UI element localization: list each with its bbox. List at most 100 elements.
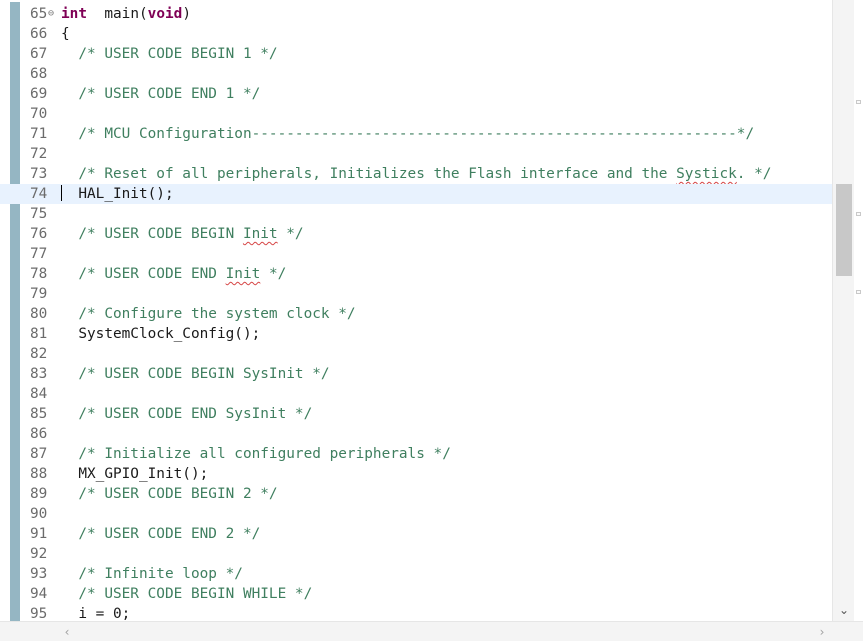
- code-text[interactable]: /* Initialize all configured peripherals…: [61, 444, 451, 464]
- code-keyword: int: [61, 6, 87, 22]
- code-line[interactable]: 82: [0, 344, 832, 364]
- code-text[interactable]: /* USER CODE BEGIN 2 */: [61, 484, 277, 504]
- line-number: 91: [30, 526, 48, 542]
- code-line[interactable]: 73 /* Reset of all peripherals, Initiali…: [0, 164, 832, 184]
- code-token: main(: [87, 6, 148, 22]
- code-line[interactable]: 75: [0, 204, 832, 224]
- code-text[interactable]: /* USER CODE END 2 */: [61, 524, 260, 544]
- code-line[interactable]: 80 /* Configure the system clock */: [0, 304, 832, 324]
- code-line[interactable]: 83 /* USER CODE BEGIN SysInit */: [0, 364, 832, 384]
- code-line[interactable]: 86: [0, 424, 832, 444]
- code-text[interactable]: int main(void): [61, 4, 191, 24]
- line-number: 81: [30, 326, 48, 342]
- code-text[interactable]: /* USER CODE BEGIN SysInit */: [61, 364, 330, 384]
- code-line[interactable]: 69 /* USER CODE END 1 */: [0, 84, 832, 104]
- line-number: 83: [30, 366, 48, 382]
- code-line[interactable]: 65 ⊖ int main(void): [0, 4, 832, 24]
- overview-marker[interactable]: [856, 100, 861, 104]
- code-comment: /* USER CODE END 1 */: [78, 86, 261, 102]
- code-comment: Systick: [676, 166, 737, 182]
- current-code-line[interactable]: 74 HAL_Init();: [0, 184, 832, 204]
- chevron-down-icon[interactable]: ⌄: [837, 603, 851, 617]
- code-line[interactable]: 77: [0, 244, 832, 264]
- line-number: 80: [30, 306, 48, 322]
- code-comment: Init: [225, 266, 261, 282]
- chevron-left-icon[interactable]: ‹: [60, 624, 74, 640]
- code-line[interactable]: 88 MX_GPIO_Init();: [0, 464, 832, 484]
- code-line[interactable]: 81 SystemClock_Config();: [0, 324, 832, 344]
- overview-marker[interactable]: [856, 290, 861, 294]
- code-line[interactable]: 92: [0, 544, 832, 564]
- code-line[interactable]: 93 /* Infinite loop */: [0, 564, 832, 584]
- code-line[interactable]: 91 /* USER CODE END 2 */: [0, 524, 832, 544]
- code-comment: /* USER CODE END SysInit */: [78, 406, 313, 422]
- code-line[interactable]: 85 /* USER CODE END SysInit */: [0, 404, 832, 424]
- code-token: i = 0;: [61, 606, 131, 622]
- horizontal-scrollbar[interactable]: ‹ ›: [0, 621, 863, 641]
- line-number: 67: [30, 46, 48, 62]
- code-comment: /* Initialize all configured peripherals…: [78, 446, 451, 462]
- code-text[interactable]: SystemClock_Config();: [61, 324, 260, 344]
- code-text[interactable]: MX_GPIO_Init();: [61, 464, 208, 484]
- line-number: 93: [30, 566, 48, 582]
- code-text[interactable]: /* MCU Configuration--------------------…: [61, 124, 754, 144]
- code-text[interactable]: /* USER CODE BEGIN Init */: [61, 224, 303, 244]
- code-lines[interactable]: 65 ⊖ int main(void) 66{67 /* USER CODE BEGI…: [0, 4, 832, 624]
- line-number: 87: [30, 446, 48, 462]
- code-line[interactable]: 87 /* Initialize all configured peripher…: [0, 444, 832, 464]
- code-text[interactable]: /* USER CODE BEGIN WHILE */: [61, 584, 312, 604]
- code-line[interactable]: 79: [0, 284, 832, 304]
- code-text[interactable]: /* USER CODE END Init */: [61, 264, 286, 284]
- line-number: 72: [30, 146, 48, 162]
- code-text[interactable]: /* Infinite loop */: [61, 564, 243, 584]
- code-comment: /* USER CODE BEGIN SysInit */: [78, 366, 330, 382]
- code-comment: /* USER CODE END 2 */: [78, 526, 261, 542]
- code-text[interactable]: /* USER CODE BEGIN 1 */: [61, 44, 277, 64]
- fold-collapse-icon[interactable]: ⊖: [48, 4, 54, 24]
- code-comment: /* Infinite loop */: [78, 566, 243, 582]
- code-line[interactable]: 70: [0, 104, 832, 124]
- code-line[interactable]: 90: [0, 504, 832, 524]
- code-text[interactable]: /* Configure the system clock */: [61, 304, 355, 324]
- code-line[interactable]: 76 /* USER CODE BEGIN Init */: [0, 224, 832, 244]
- line-number: 74: [30, 186, 48, 202]
- code-text[interactable]: {: [61, 24, 70, 44]
- code-text[interactable]: /* USER CODE END SysInit */: [61, 404, 312, 424]
- code-comment: /* USER CODE BEGIN WHILE */: [78, 586, 313, 602]
- overview-ruler[interactable]: [854, 0, 863, 621]
- code-line[interactable]: 71 /* MCU Configuration-----------------…: [0, 124, 832, 144]
- code-line[interactable]: 66 {: [0, 24, 832, 44]
- code-line[interactable]: 84: [0, 384, 832, 404]
- line-number: 92: [30, 546, 48, 562]
- line-number: 85: [30, 406, 48, 422]
- code-text[interactable]: /* USER CODE END 1 */: [61, 84, 260, 104]
- overview-marker[interactable]: [856, 212, 861, 216]
- code-editor[interactable]: ⇨ 65⊖int main(void)66{67 /* USER CODE BE…: [0, 0, 863, 641]
- code-line[interactable]: 78 /* USER CODE END Init */: [0, 264, 832, 284]
- code-text[interactable]: HAL_Init();: [61, 184, 174, 204]
- line-number: 90: [30, 506, 48, 522]
- vertical-scrollbar[interactable]: ⌄: [832, 0, 855, 621]
- line-number: 88: [30, 466, 48, 482]
- code-comment: /* USER CODE END: [78, 266, 226, 282]
- code-line[interactable]: 68: [0, 64, 832, 84]
- line-number: 69: [30, 86, 48, 102]
- line-number: 71: [30, 126, 48, 142]
- line-number: 78: [30, 266, 48, 282]
- line-number: 75: [30, 206, 48, 222]
- code-line[interactable]: 94 /* USER CODE BEGIN WHILE */: [0, 584, 832, 604]
- code-line[interactable]: 67 /* USER CODE BEGIN 1 */: [0, 44, 832, 64]
- chevron-right-icon[interactable]: ›: [815, 624, 829, 640]
- vertical-scroll-thumb[interactable]: [836, 184, 852, 276]
- code-line[interactable]: 89 /* USER CODE BEGIN 2 */: [0, 484, 832, 504]
- code-text[interactable]: /* Reset of all peripherals, Initializes…: [61, 164, 771, 184]
- code-line[interactable]: 72: [0, 144, 832, 164]
- code-comment: Init: [242, 226, 278, 242]
